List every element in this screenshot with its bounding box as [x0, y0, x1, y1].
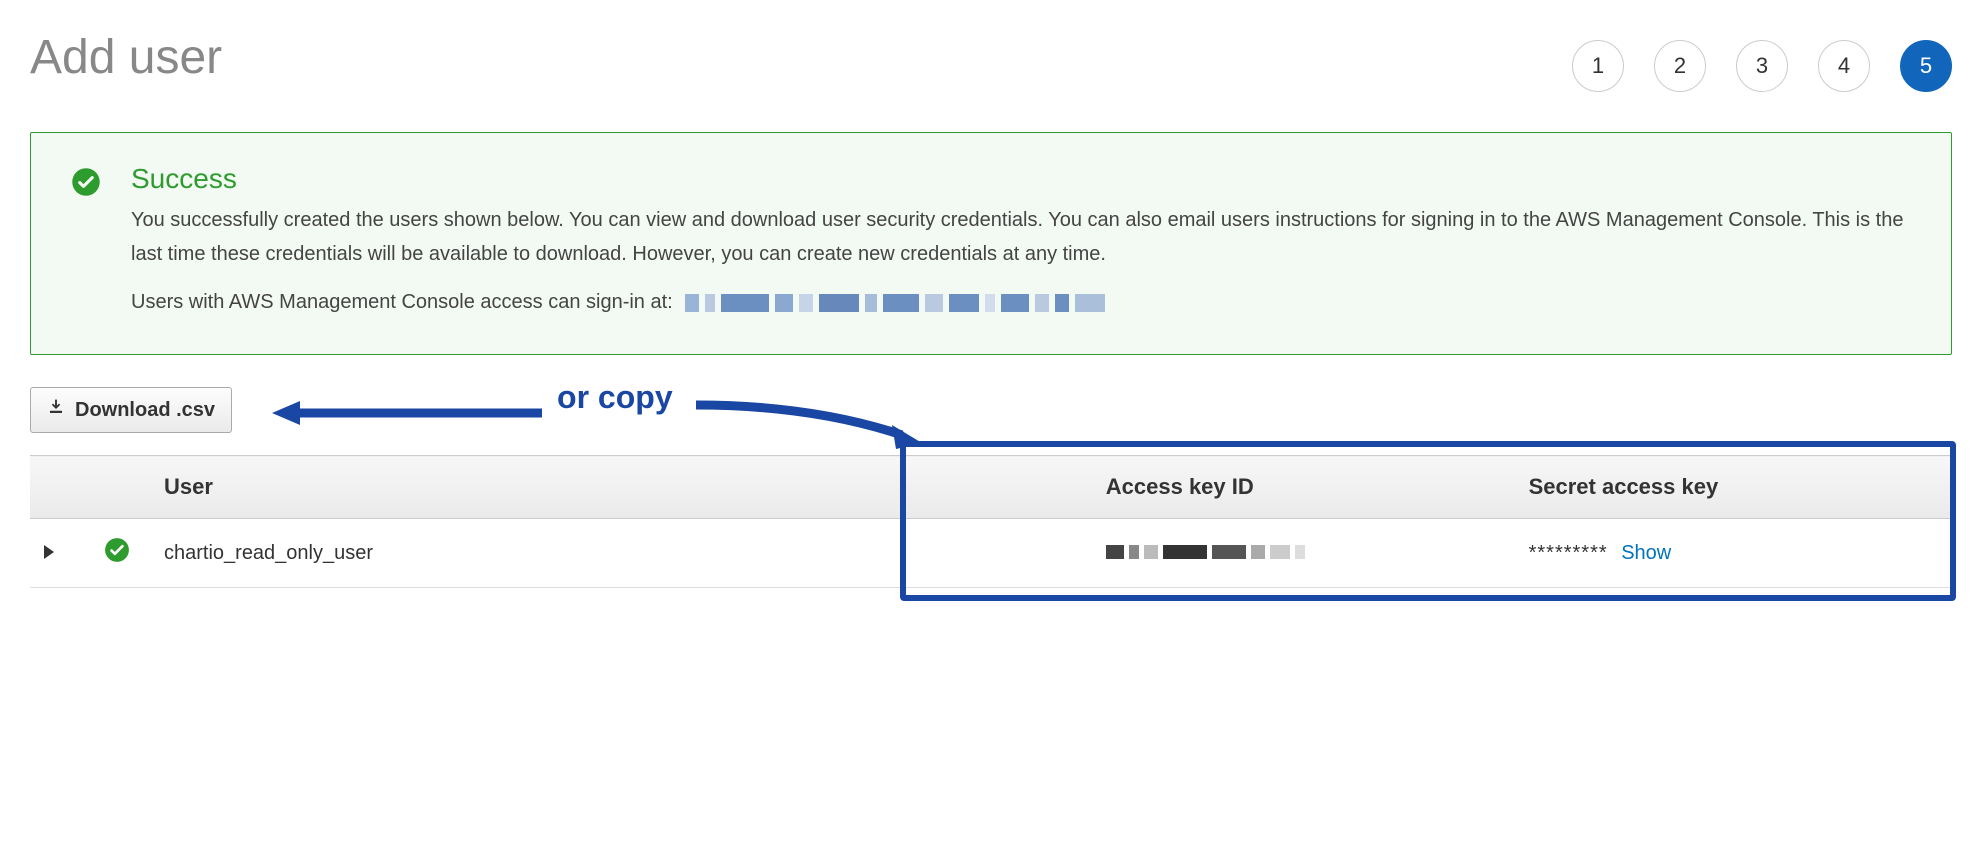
- signin-url-redacted[interactable]: [685, 294, 1105, 312]
- success-check-icon: [71, 167, 101, 314]
- table-row: chartio_read_only_user *********: [30, 519, 1952, 588]
- step-4[interactable]: 4: [1818, 40, 1870, 92]
- arrow-right-icon: [692, 391, 932, 451]
- download-icon: [47, 398, 65, 422]
- step-5[interactable]: 5: [1900, 40, 1952, 92]
- status-header: [90, 456, 150, 519]
- signin-prefix: Users with AWS Management Console access…: [131, 291, 673, 314]
- user-header: User: [150, 456, 1092, 519]
- success-alert: Success You successfully created the use…: [30, 132, 1952, 355]
- download-csv-label: Download .csv: [75, 399, 215, 422]
- expand-row-icon[interactable]: [44, 545, 54, 559]
- signin-line: Users with AWS Management Console access…: [131, 291, 1911, 314]
- page-title: Add user: [30, 30, 222, 85]
- step-1[interactable]: 1: [1572, 40, 1624, 92]
- secret-key-mask: *********: [1529, 542, 1608, 564]
- secret-key-header: Secret access key: [1515, 456, 1952, 519]
- success-message: You successfully created the users shown…: [131, 203, 1911, 271]
- step-3[interactable]: 3: [1736, 40, 1788, 92]
- download-csv-button[interactable]: Download .csv: [30, 387, 232, 433]
- row-success-icon: [104, 546, 130, 568]
- users-table: User Access key ID Secret access key cha…: [30, 455, 1952, 588]
- access-key-header: Access key ID: [1092, 456, 1515, 519]
- access-key-redacted: [1106, 545, 1305, 559]
- user-cell: chartio_read_only_user: [150, 519, 1092, 588]
- annotation-overlay: or copy: [272, 385, 1952, 435]
- arrow-left-icon: [272, 399, 542, 427]
- show-secret-link[interactable]: Show: [1621, 542, 1671, 564]
- success-title: Success: [131, 163, 1911, 195]
- expand-header: [30, 456, 90, 519]
- wizard-steps: 1 2 3 4 5: [1572, 30, 1952, 92]
- step-2[interactable]: 2: [1654, 40, 1706, 92]
- annotation-text: or copy: [557, 379, 673, 416]
